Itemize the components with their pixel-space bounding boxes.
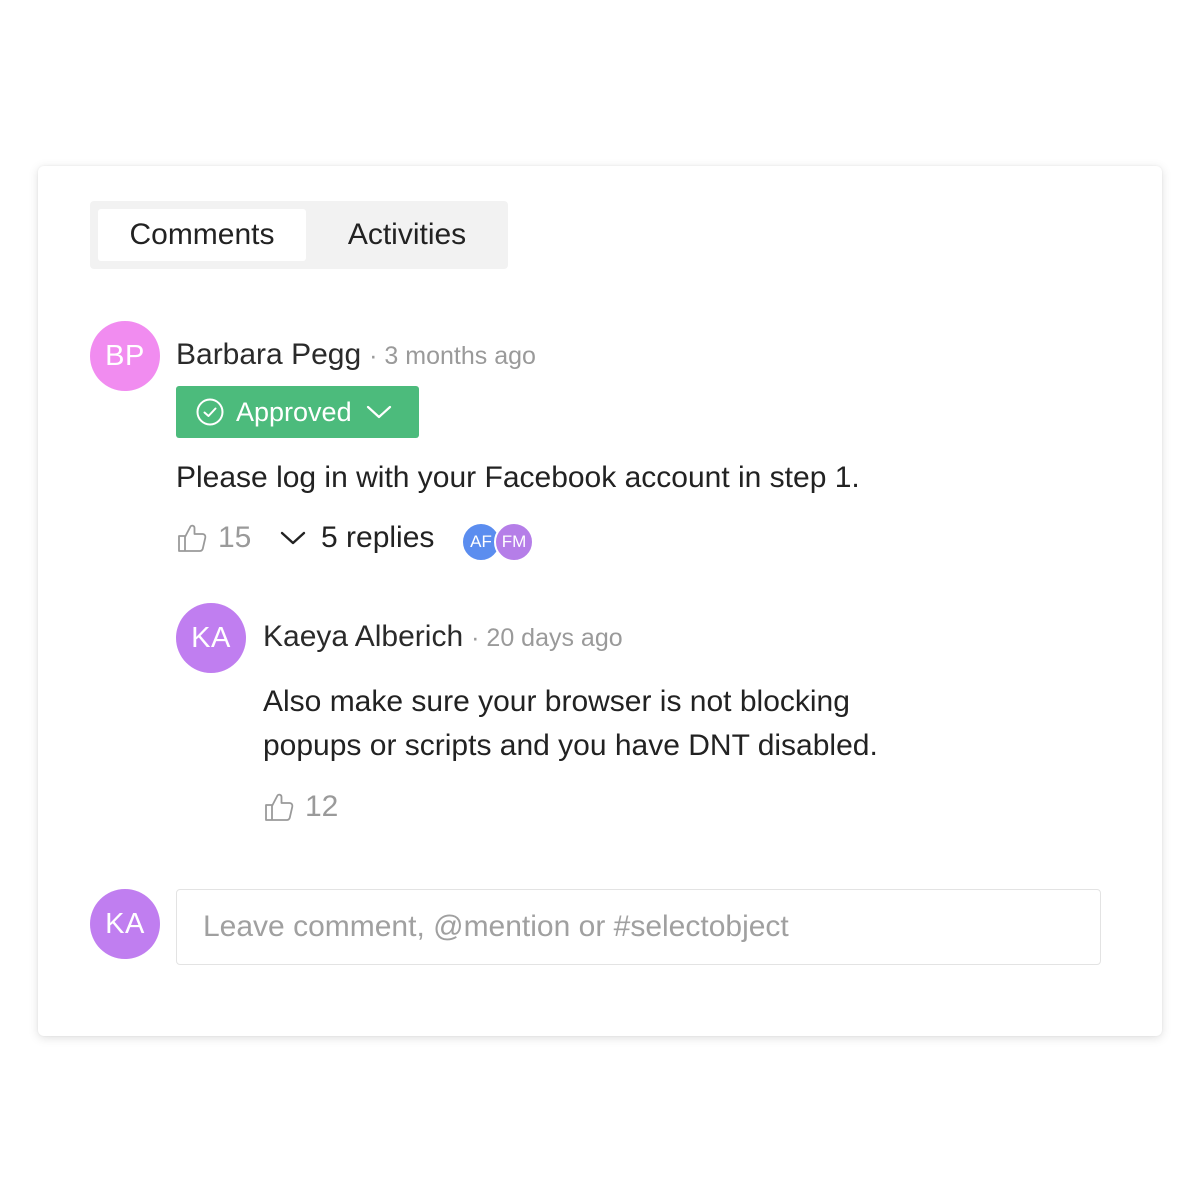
replies-toggle[interactable]: 5 replies: [279, 521, 434, 555]
chevron-down-icon: [366, 404, 392, 420]
author-name[interactable]: Barbara Pegg: [176, 338, 361, 371]
tab-bar: Comments Activities: [90, 201, 508, 269]
comments-panel: Comments Activities BP Barbara Pegg · 3 m…: [38, 166, 1162, 1036]
timestamp: · 20 days ago: [471, 624, 623, 652]
avatar: KA: [90, 889, 160, 959]
tab-comments[interactable]: Comments: [98, 209, 306, 261]
like-count: 12: [305, 790, 339, 823]
like-count: 15: [218, 521, 252, 554]
reply-header: Kaeya Alberich · 20 days ago: [263, 620, 623, 654]
status-dropdown[interactable]: Approved: [176, 386, 419, 438]
thumbs-up-icon: [263, 791, 295, 823]
check-circle-icon: [196, 398, 224, 426]
author-name[interactable]: Kaeya Alberich: [263, 620, 463, 653]
replies-label: 5 replies: [321, 521, 435, 554]
reply-text-line-1: Also make sure your browser is not block…: [263, 685, 850, 718]
comment-text: Please log in with your Facebook account…: [176, 461, 860, 494]
chevron-down-icon: [279, 529, 307, 547]
replier-avatar: FM: [494, 522, 534, 562]
avatar: KA: [176, 603, 246, 673]
timestamp: · 3 months ago: [369, 342, 536, 370]
status-label: Approved: [236, 396, 352, 427]
avatar: BP: [90, 321, 160, 391]
comment-input[interactable]: [176, 889, 1101, 965]
tab-activities[interactable]: Activities: [306, 209, 508, 261]
comment-header: Barbara Pegg · 3 months ago: [176, 338, 536, 372]
thumbs-up-icon: [176, 522, 208, 554]
like-button[interactable]: 15: [176, 521, 251, 555]
like-button[interactable]: 12: [263, 790, 338, 824]
reply-text-line-2: popups or scripts and you have DNT disab…: [263, 729, 878, 762]
